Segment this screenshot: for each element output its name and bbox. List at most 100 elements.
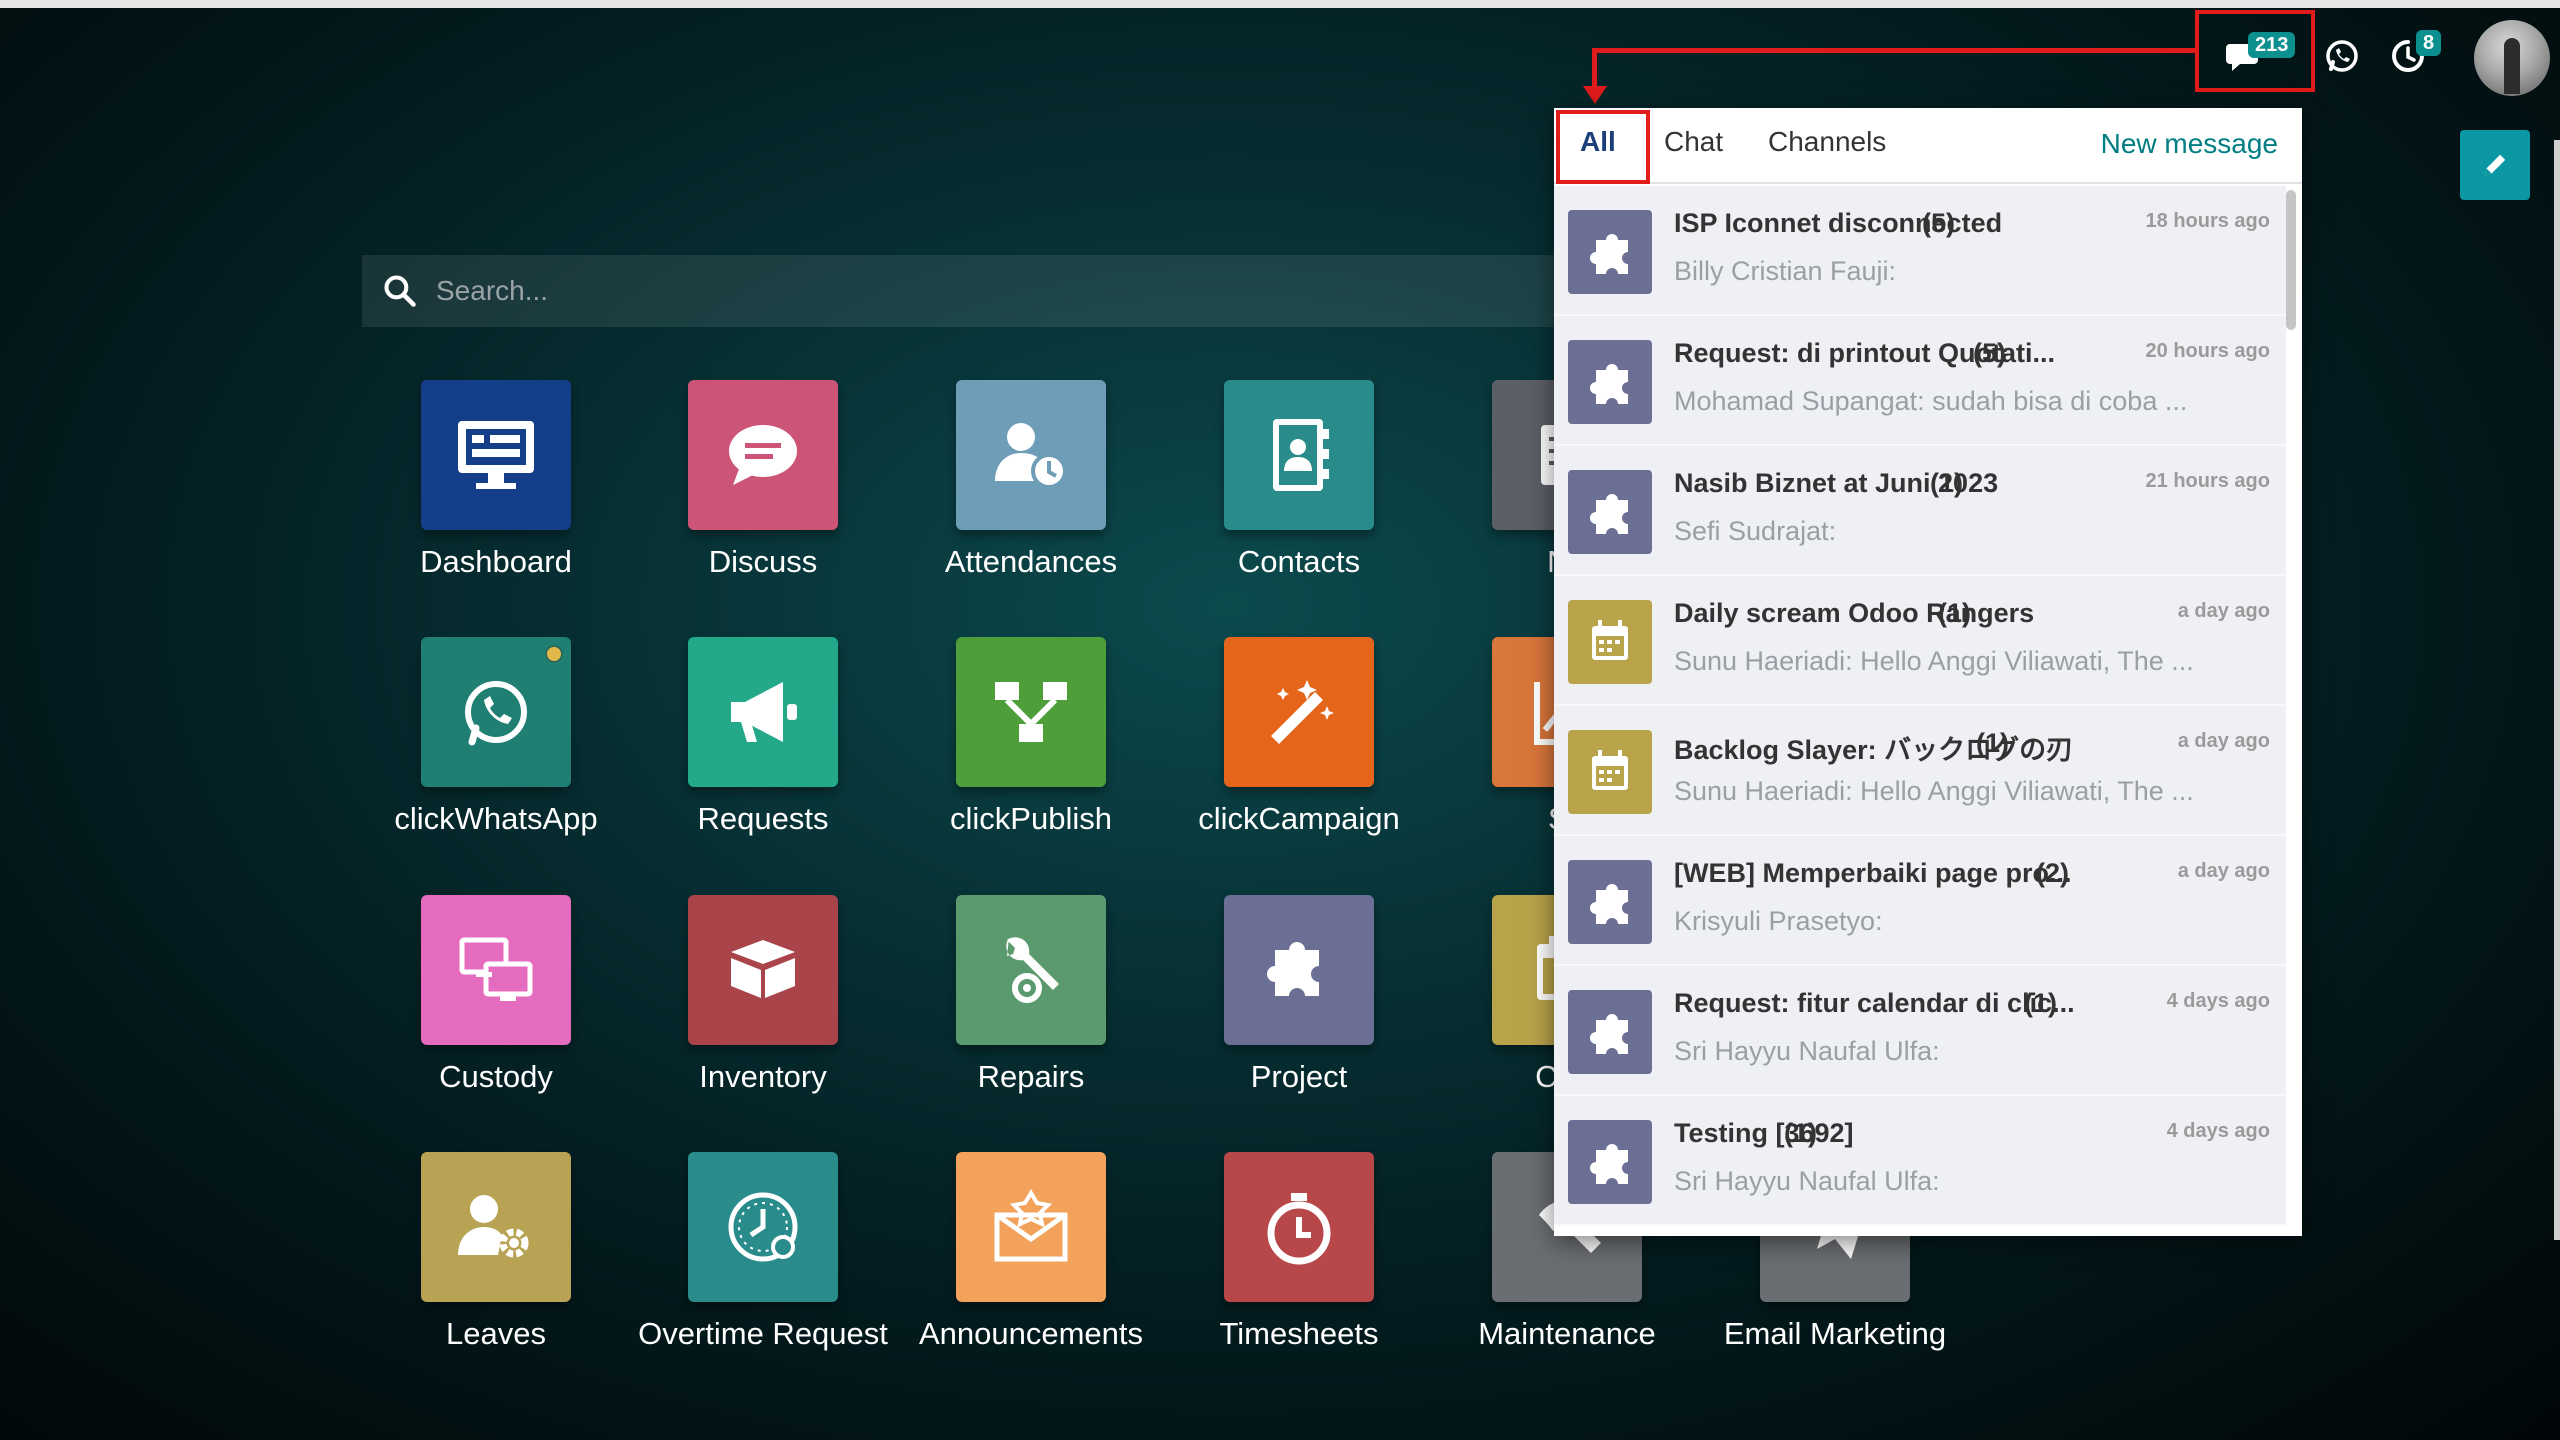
user-avatar[interactable] bbox=[2474, 20, 2550, 96]
app-inventory[interactable]: Inventory bbox=[629, 895, 897, 1095]
conversation-preview: Sefi Sudrajat: bbox=[1674, 516, 1837, 546]
conversation-time: a day ago bbox=[2177, 600, 2270, 622]
app-tile bbox=[688, 637, 838, 787]
conversation-count: (5) bbox=[1973, 338, 2006, 368]
conversation-time: 18 hours ago bbox=[2145, 210, 2270, 232]
window-scrollbar[interactable] bbox=[2554, 140, 2560, 1240]
conversation-item[interactable]: Request: di printout Quotati... (5) 20 hou… bbox=[1554, 316, 2286, 446]
conversation-avatar bbox=[1568, 990, 1652, 1074]
app-tile bbox=[421, 380, 571, 530]
puzzle-icon bbox=[1590, 884, 1628, 924]
app-tile bbox=[421, 895, 571, 1045]
conversation-item[interactable]: Backlog Slayer: バックログの刃 (1) a day ago Sunu … bbox=[1554, 706, 2286, 836]
conversation-count: (1) bbox=[1938, 598, 1971, 628]
app-leaves[interactable]: Leaves bbox=[362, 1152, 630, 1352]
app-label: Inventory bbox=[699, 1059, 827, 1094]
conversation-preview: Krisyuli Prasetyo: bbox=[1674, 906, 1883, 936]
messaging-dropdown: All Chat Channels New message ISP Iconne… bbox=[1554, 108, 2302, 1236]
app-label: Attendances bbox=[944, 544, 1118, 579]
conversation-item[interactable]: ISP Iconnet disconnected (5) 18 hours ago B… bbox=[1554, 186, 2286, 316]
conversation-preview: Sunu Haeriadi: Hello Anggi Viliawati, Th… bbox=[1674, 646, 2194, 676]
app-repairs[interactable]: Repairs bbox=[897, 895, 1165, 1095]
user-gear-icon bbox=[458, 1195, 529, 1258]
conversation-avatar bbox=[1568, 340, 1652, 424]
conversation-title: Backlog Slayer: バックログの刃 bbox=[1674, 735, 2074, 765]
conversation-item[interactable]: Testing [3692] (1) 4 days ago Sri Hayyu Nau… bbox=[1554, 1096, 2286, 1226]
puzzle-icon bbox=[1590, 1144, 1628, 1184]
app-tile bbox=[688, 895, 838, 1045]
stopwatch-icon bbox=[1267, 1193, 1331, 1265]
activities-nav-button[interactable]: 8 bbox=[2372, 20, 2444, 92]
app-tile bbox=[688, 1152, 838, 1302]
conversation-avatar bbox=[1568, 600, 1652, 684]
app-tile bbox=[1224, 895, 1374, 1045]
whatsapp-icon bbox=[465, 681, 527, 746]
app-label: clickCampaign bbox=[1198, 801, 1400, 836]
conversation-time: a day ago bbox=[2177, 730, 2270, 752]
app-tile bbox=[956, 637, 1106, 787]
app-label: Dashboard bbox=[420, 544, 572, 579]
messages-highlight-box bbox=[2195, 10, 2315, 92]
conversation-count: (1) bbox=[1784, 1118, 1817, 1148]
app-custody[interactable]: Custody bbox=[362, 895, 630, 1095]
conversation-title: Request: fitur calendar di clic... bbox=[1674, 988, 2075, 1018]
app-clickwhatsapp[interactable]: clickWhatsApp bbox=[362, 637, 630, 837]
edit-button[interactable] bbox=[2460, 130, 2530, 200]
conversation-time: 4 days ago bbox=[2166, 1120, 2270, 1142]
app-label: Timesheets bbox=[1219, 1316, 1379, 1351]
whatsapp-icon bbox=[2326, 40, 2358, 72]
conversation-list: ISP Iconnet disconnected (5) 18 hours ago B… bbox=[1554, 186, 2286, 1226]
pencil-icon bbox=[2484, 154, 2506, 176]
conversation-item[interactable]: Daily scream Odoo Rangers (1) a day ago Sun… bbox=[1554, 576, 2286, 706]
tab-chat[interactable]: Chat bbox=[1664, 126, 1723, 158]
activities-badge: 8 bbox=[2416, 30, 2442, 56]
puzzle-icon bbox=[1590, 364, 1628, 404]
conversation-item[interactable]: [WEB] Memperbaiki page pro... (2) a day ag… bbox=[1554, 836, 2286, 966]
conversation-avatar bbox=[1568, 210, 1652, 294]
conversation-item[interactable]: Request: fitur calendar di clic... (1) 4 d… bbox=[1554, 966, 2286, 1096]
user-clock-icon bbox=[995, 423, 1067, 489]
app-label: Custody bbox=[439, 1059, 553, 1094]
conversation-count: (1) bbox=[1976, 728, 2009, 758]
conversation-avatar bbox=[1568, 1120, 1652, 1204]
magic-wand-icon bbox=[1271, 680, 1334, 744]
app-contacts[interactable]: Contacts bbox=[1165, 380, 1433, 580]
conversation-time: 21 hours ago bbox=[2145, 470, 2270, 492]
app-tile bbox=[421, 637, 571, 787]
app-discuss[interactable]: Discuss bbox=[629, 380, 897, 580]
conversation-preview: Mohamad Supangat: sudah bisa di coba ... bbox=[1674, 386, 2188, 416]
conversation-avatar bbox=[1568, 730, 1652, 814]
whatsapp-nav-button[interactable] bbox=[2306, 20, 2378, 92]
app-project[interactable]: Project bbox=[1165, 895, 1433, 1095]
box-icon bbox=[731, 940, 795, 998]
clock-dial-icon bbox=[728, 1192, 798, 1262]
megaphone-icon bbox=[731, 682, 797, 742]
conversation-preview: Sri Hayyu Naufal Ulfa: bbox=[1674, 1036, 1940, 1066]
conversation-item[interactable]: Nasib Biznet at Juni 2023 (1) 21 hours ago… bbox=[1554, 446, 2286, 576]
conversation-title: Daily scream Odoo Rangers bbox=[1674, 598, 2035, 628]
app-clickpublish[interactable]: clickPublish bbox=[897, 637, 1165, 837]
devices-icon bbox=[459, 937, 533, 1001]
search-bar bbox=[362, 255, 1562, 327]
app-clickcampaign[interactable]: clickCampaign bbox=[1165, 637, 1433, 837]
app-attendances[interactable]: Attendances bbox=[897, 380, 1165, 580]
puzzle-icon bbox=[1590, 494, 1628, 534]
conversation-title: Testing [3692] bbox=[1674, 1118, 1854, 1148]
app-announcements[interactable]: Announcements bbox=[897, 1152, 1165, 1352]
app-label: Leaves bbox=[446, 1316, 546, 1351]
app-label: Requests bbox=[697, 801, 829, 836]
app-timesheets[interactable]: Timesheets bbox=[1165, 1152, 1433, 1352]
app-dashboard[interactable]: Dashboard bbox=[362, 380, 630, 580]
envelope-icon bbox=[994, 1189, 1068, 1262]
conversation-avatar bbox=[1568, 860, 1652, 944]
search-input[interactable] bbox=[436, 275, 1336, 307]
app-overtime-request[interactable]: Overtime Request bbox=[629, 1152, 897, 1352]
tab-channels[interactable]: Channels bbox=[1768, 126, 1886, 158]
annotation-line bbox=[1592, 48, 2195, 53]
dropdown-scrollbar[interactable] bbox=[2286, 190, 2296, 330]
conversation-time: 20 hours ago bbox=[2145, 340, 2270, 362]
new-message-link[interactable]: New message bbox=[2101, 128, 2278, 160]
app-requests[interactable]: Requests bbox=[629, 637, 897, 837]
app-label: clickWhatsApp bbox=[394, 801, 598, 836]
conversation-time: a day ago bbox=[2177, 860, 2270, 882]
